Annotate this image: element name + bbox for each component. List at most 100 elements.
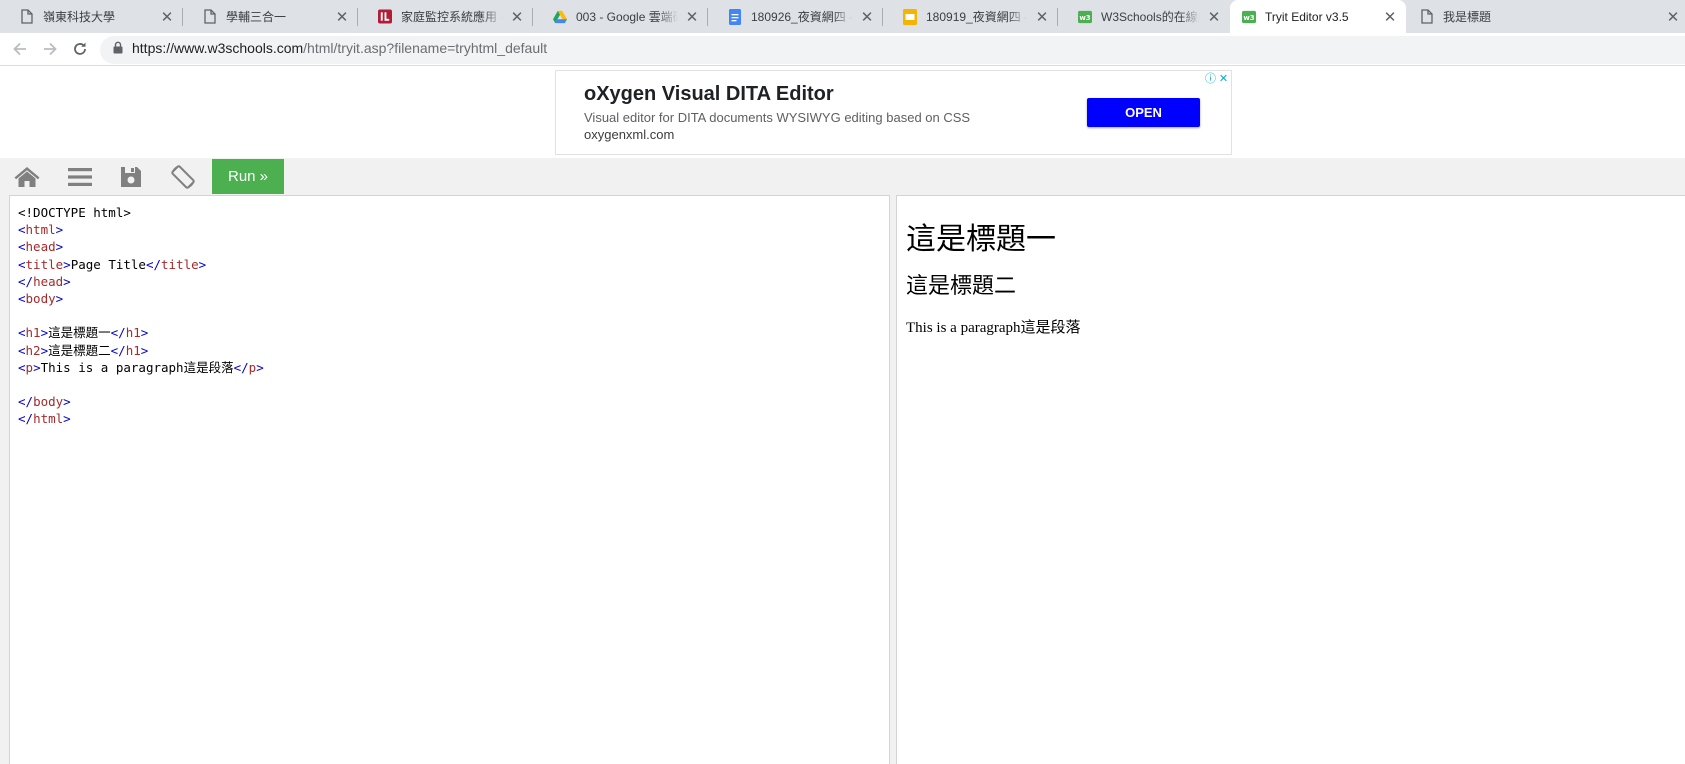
close-icon[interactable]: ✕ (684, 9, 700, 25)
result-paragraph: This is a paragraph這是段落 (906, 320, 1081, 336)
tab-title: W3Schools的在線網絡 (1101, 10, 1200, 24)
reload-icon[interactable] (70, 39, 90, 59)
code-line[interactable]: <h2>這是標題二</h1> (18, 342, 264, 359)
browser-tab[interactable]: w3 W3Schools的在線網絡 ✕ (1058, 0, 1230, 33)
code-bracket: < (18, 222, 26, 238)
ad-info-icon[interactable]: ⓘ (1204, 72, 1217, 85)
home-icon[interactable] (1, 158, 53, 195)
close-icon[interactable]: ✕ (1665, 9, 1681, 25)
ltu-icon (378, 9, 392, 25)
code-tag-name: h1 (125, 325, 141, 341)
code-line[interactable]: <head> (18, 238, 264, 255)
ad-description: Visual editor for DITA documents WYSIWYG… (584, 110, 971, 125)
ad-banner[interactable]: oXygen Visual DITA Editor Visual editor … (555, 70, 1232, 155)
code-line[interactable]: <p>This is a paragraph這是段落</p> (18, 359, 264, 376)
browser-tab[interactable]: 嶺東科技大學 ✕ (0, 0, 183, 33)
svg-text:w3: w3 (1243, 14, 1254, 22)
code-line[interactable]: <h1>這是標題一</h1> (18, 324, 264, 341)
tab-title: Tryit Editor v3.5 (1265, 9, 1349, 24)
code-tag-name: body (25, 290, 56, 306)
left-gutter (0, 195, 9, 764)
browser-tab[interactable]: 180919_夜資網四 - Google ✕ (883, 0, 1058, 33)
code-tag-name: h2 (25, 342, 41, 358)
browser-tab[interactable]: 學輔三合一 ✕ (183, 0, 358, 33)
result-heading-2: 這是標題二 (906, 274, 1017, 299)
result-frame: 這是標題一 這是標題二 This is a paragraph這是段落 (897, 195, 1685, 764)
ad-open-button[interactable]: OPEN (1087, 98, 1200, 127)
code-bracket: </ (18, 411, 34, 427)
lock-icon[interactable] (113, 41, 123, 59)
code-line[interactable]: <!DOCTYPE html> (18, 204, 264, 221)
code-line[interactable]: </html> (18, 410, 264, 427)
code-line[interactable]: <html> (18, 221, 264, 238)
code-bracket: > (198, 256, 207, 272)
code-tag-name: body (33, 394, 64, 410)
code-tag-name: h1 (125, 342, 141, 358)
code-text[interactable]: <!DOCTYPE html> <html> <head> <title>Page T… (18, 204, 264, 427)
back-icon[interactable] (10, 39, 30, 59)
browser-tab[interactable]: 家庭監控系統應用 - 嶺東 ✕ (358, 0, 533, 33)
code-line[interactable]: </head> (18, 273, 264, 290)
rotate-orientation-icon[interactable] (157, 158, 209, 195)
code-bracket: > (40, 325, 49, 341)
pane-resize-handle[interactable] (889, 195, 897, 764)
code-tag-name: head (25, 239, 56, 255)
code-bracket: > (63, 273, 71, 289)
code-text: 這是標題一 (48, 325, 111, 341)
code-line[interactable] (18, 307, 264, 324)
code-editor[interactable]: <!DOCTYPE html> <html> <head> <title>Page T… (9, 195, 889, 764)
code-bracket: </ (233, 359, 249, 375)
code-bracket: < (18, 256, 26, 272)
save-icon[interactable] (105, 158, 157, 195)
code-tag-name: title (161, 256, 199, 272)
code-bracket: > (55, 290, 64, 306)
browser-tab-strip: 嶺東科技大學 ✕ 學輔三合一 ✕ 家庭監控系統應用 - 嶺東 ✕ 003 - G… (0, 0, 1685, 33)
close-icon[interactable]: ✕ (1382, 9, 1398, 25)
browser-tab[interactable]: 180926_夜資網四 - Google ✕ (708, 0, 883, 33)
code-tag-name: h1 (25, 325, 41, 341)
code-line[interactable]: <body> (18, 290, 264, 307)
ad-close-icon[interactable]: ✕ (1217, 72, 1230, 85)
browser-tab-active[interactable]: w3 Tryit Editor v3.5 ✕ (1230, 0, 1406, 33)
code-text: 這是標題二 (48, 342, 111, 358)
menu-icon[interactable] (54, 158, 106, 195)
close-icon[interactable]: ✕ (1206, 9, 1222, 25)
doc-icon (20, 9, 34, 25)
code-bracket: </ (145, 256, 162, 272)
browser-tab[interactable]: 我是標題 ✕ (1406, 0, 1685, 33)
ad-title[interactable]: oXygen Visual DITA Editor (584, 83, 834, 106)
code-line[interactable]: </body> (18, 393, 264, 410)
close-icon[interactable]: ✕ (509, 9, 525, 25)
tab-title: 180926_夜資網四 - Google (751, 10, 853, 24)
forward-icon[interactable] (40, 39, 60, 59)
drive-icon (553, 9, 567, 25)
close-icon[interactable]: ✕ (159, 9, 175, 25)
code-tag-name: title (25, 256, 64, 272)
ad-domain[interactable]: oxygenxml.com (584, 127, 674, 142)
code-line[interactable] (18, 376, 264, 393)
code-bracket: < (18, 290, 26, 306)
url-text[interactable]: https://www.w3schools.com/html/tryit.asp… (132, 40, 547, 56)
docs-icon (728, 8, 742, 25)
close-icon[interactable]: ✕ (859, 9, 875, 25)
close-icon[interactable]: ✕ (1034, 9, 1050, 25)
code-bracket: > (63, 411, 71, 427)
code-tag-name: html (25, 222, 56, 238)
code-bracket: </ (18, 273, 34, 289)
close-icon[interactable]: ✕ (334, 9, 350, 25)
result-heading-1: 這是標題一 (906, 222, 1056, 257)
code-bracket: > (256, 359, 264, 375)
code-line[interactable]: <title>Page Title</title> (18, 256, 264, 273)
tab-title: 180919_夜資網四 - Google (926, 10, 1028, 24)
run-button[interactable]: Run » (212, 159, 284, 194)
code-bracket: > (40, 342, 49, 358)
slides-icon (903, 8, 917, 25)
browser-tab[interactable]: 003 - Google 雲端硬碟 ✕ (533, 0, 708, 33)
code-bracket: > (55, 239, 64, 255)
code-bracket: < (18, 342, 26, 358)
code-bracket: < (18, 359, 26, 375)
tryit-toolbar: Run » (0, 158, 1685, 195)
code-tag-name: p (25, 359, 34, 375)
w3-icon: w3 (1078, 9, 1092, 25)
code-bracket: </ (110, 342, 126, 358)
